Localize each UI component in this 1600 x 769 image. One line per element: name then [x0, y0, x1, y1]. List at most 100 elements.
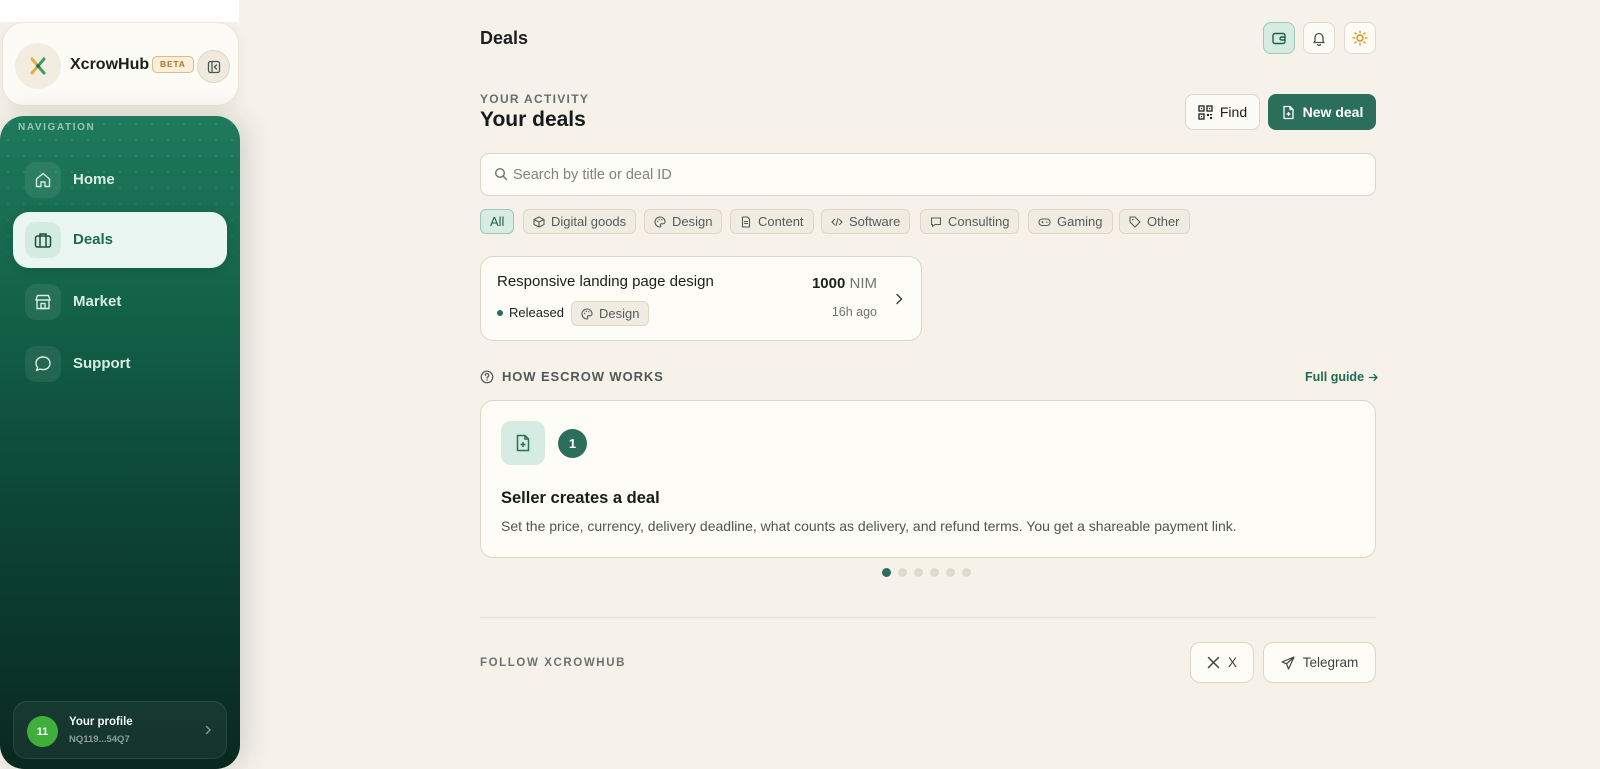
deal-time: 16h ago [831, 305, 877, 319]
deal-amount: 1000 NIM [812, 275, 877, 292]
search-input[interactable] [513, 154, 1363, 195]
search-box [480, 153, 1376, 196]
theme-toggle-button[interactable] [1344, 22, 1376, 54]
filter-chip-design[interactable]: Design [644, 209, 723, 234]
filter-chip-all[interactable]: All [480, 209, 515, 234]
status-dot [497, 309, 503, 316]
deal-card[interactable]: Responsive landing page design Released … [480, 256, 922, 341]
new-document-icon [501, 421, 545, 465]
sidebar-item-support[interactable]: Support [13, 336, 227, 392]
filter-chip-consulting[interactable]: Consulting [920, 209, 1020, 234]
xcrowhub-logo[interactable] [15, 43, 61, 89]
escrow-step-card: 1 Seller creates a deal Set the price, c… [480, 400, 1376, 558]
carousel-dot[interactable] [898, 568, 907, 577]
briefcase-icon [25, 222, 61, 258]
filter-chip-software[interactable]: Software [821, 209, 911, 234]
avatar: 11 [27, 716, 58, 747]
carousel-pagination [882, 568, 971, 577]
step-description: Set the price, currency, delivery deadli… [501, 518, 1237, 534]
help-circle-icon [480, 370, 494, 383]
filter-label: Gaming [1057, 214, 1103, 229]
filter-chip-other[interactable]: Other [1119, 209, 1190, 234]
divider [480, 617, 1376, 618]
search-icon [494, 167, 508, 181]
deal-amount-value: 1000 [811, 275, 846, 292]
full-guide-link[interactable]: Full guide [1305, 370, 1379, 384]
full-guide-label: Full guide [1305, 370, 1365, 384]
how-escrow-label: HOW ESCROW WORKS [502, 369, 664, 384]
x-label: X [1227, 655, 1237, 670]
filter-label: All [490, 214, 505, 229]
filter-chip-content[interactable]: Content [730, 209, 814, 234]
store-icon [25, 284, 61, 320]
sidebar-item-label: Market [73, 293, 122, 310]
send-icon [1281, 655, 1295, 670]
deal-title: Responsive landing page design [497, 273, 714, 290]
filter-chip-gaming[interactable]: Gaming [1028, 209, 1113, 234]
profile-address: NQ119...54Q7 [69, 734, 130, 745]
sun-icon [1352, 30, 1368, 46]
carousel-dot[interactable] [930, 568, 939, 577]
telegram-label: Telegram [1302, 655, 1359, 670]
tag-icon [1129, 215, 1141, 228]
carousel-dot[interactable] [962, 568, 971, 577]
filter-label: Digital goods [551, 214, 627, 229]
chevron-right-icon [202, 724, 214, 736]
sidebar-item-market[interactable]: Market [13, 274, 227, 330]
sidebar-item-deals[interactable]: Deals [13, 212, 227, 268]
page-title: Deals [480, 28, 529, 48]
filter-label: Consulting [948, 214, 1010, 229]
box-icon [533, 215, 545, 228]
telegram-link[interactable]: Telegram [1263, 642, 1376, 683]
find-button[interactable]: Find [1185, 94, 1260, 130]
notifications-button[interactable] [1303, 22, 1335, 54]
sidebar-collapse-button[interactable] [197, 50, 230, 83]
code-icon [831, 217, 843, 226]
step-title: Seller creates a deal [501, 489, 660, 507]
carousel-dot[interactable] [882, 568, 891, 577]
sidebar-item-home[interactable]: Home [13, 152, 227, 208]
find-label: Find [1219, 104, 1248, 120]
document-icon [741, 215, 751, 228]
sidebar-item-label: Support [73, 355, 131, 372]
how-escrow-heading: HOW ESCROW WORKS [480, 369, 664, 384]
filter-chip-digital-goods[interactable]: Digital goods [523, 209, 637, 234]
carousel-dot[interactable] [914, 568, 923, 577]
palette-icon [654, 215, 666, 228]
carousel-dot[interactable] [946, 568, 955, 577]
x-logo-icon [1207, 656, 1220, 669]
sidebar-item-label: Deals [73, 231, 114, 248]
logo-icon [30, 57, 46, 75]
nav-heading: NAVIGATION [18, 122, 96, 133]
step-number: 1 [558, 429, 587, 458]
follow-label: FOLLOW XCROWHUB [480, 657, 627, 669]
deal-status: Released [497, 305, 564, 320]
message-icon [930, 216, 942, 227]
wallet-icon [1272, 32, 1286, 45]
deal-status-label: Released [509, 305, 564, 320]
deal-category-badge: Design [571, 301, 650, 326]
gamepad-icon [1038, 217, 1051, 226]
section-title: Your deals [480, 108, 586, 131]
chat-bubble-icon [25, 346, 61, 382]
arrow-right-icon [1368, 373, 1378, 381]
new-deal-button[interactable]: New deal [1268, 94, 1376, 130]
profile-card[interactable]: 11 Your profile NQ119...54Q7 [13, 701, 227, 759]
new-deal-label: New deal [1302, 104, 1364, 120]
wallet-button[interactable] [1263, 22, 1295, 54]
x-link[interactable]: X [1190, 642, 1254, 683]
deal-currency: NIM [849, 275, 878, 292]
activity-eyebrow: YOUR ACTIVITY [480, 92, 590, 106]
sidebar-item-label: Home [73, 171, 115, 188]
filter-label: Content [758, 214, 804, 229]
deal-category-label: Design [599, 306, 640, 321]
qr-code-icon [1198, 104, 1213, 120]
palette-icon [581, 307, 593, 320]
brand-name: XcrowHub [70, 56, 150, 73]
filter-label: Other [1147, 214, 1180, 229]
sidebar-nav: NAVIGATION Home Deals Market Support 11 … [0, 116, 240, 769]
sidebar-collapse-icon [207, 60, 220, 73]
filter-label: Software [849, 214, 901, 229]
bell-icon [1313, 32, 1325, 46]
beta-badge: BETA [152, 56, 194, 73]
